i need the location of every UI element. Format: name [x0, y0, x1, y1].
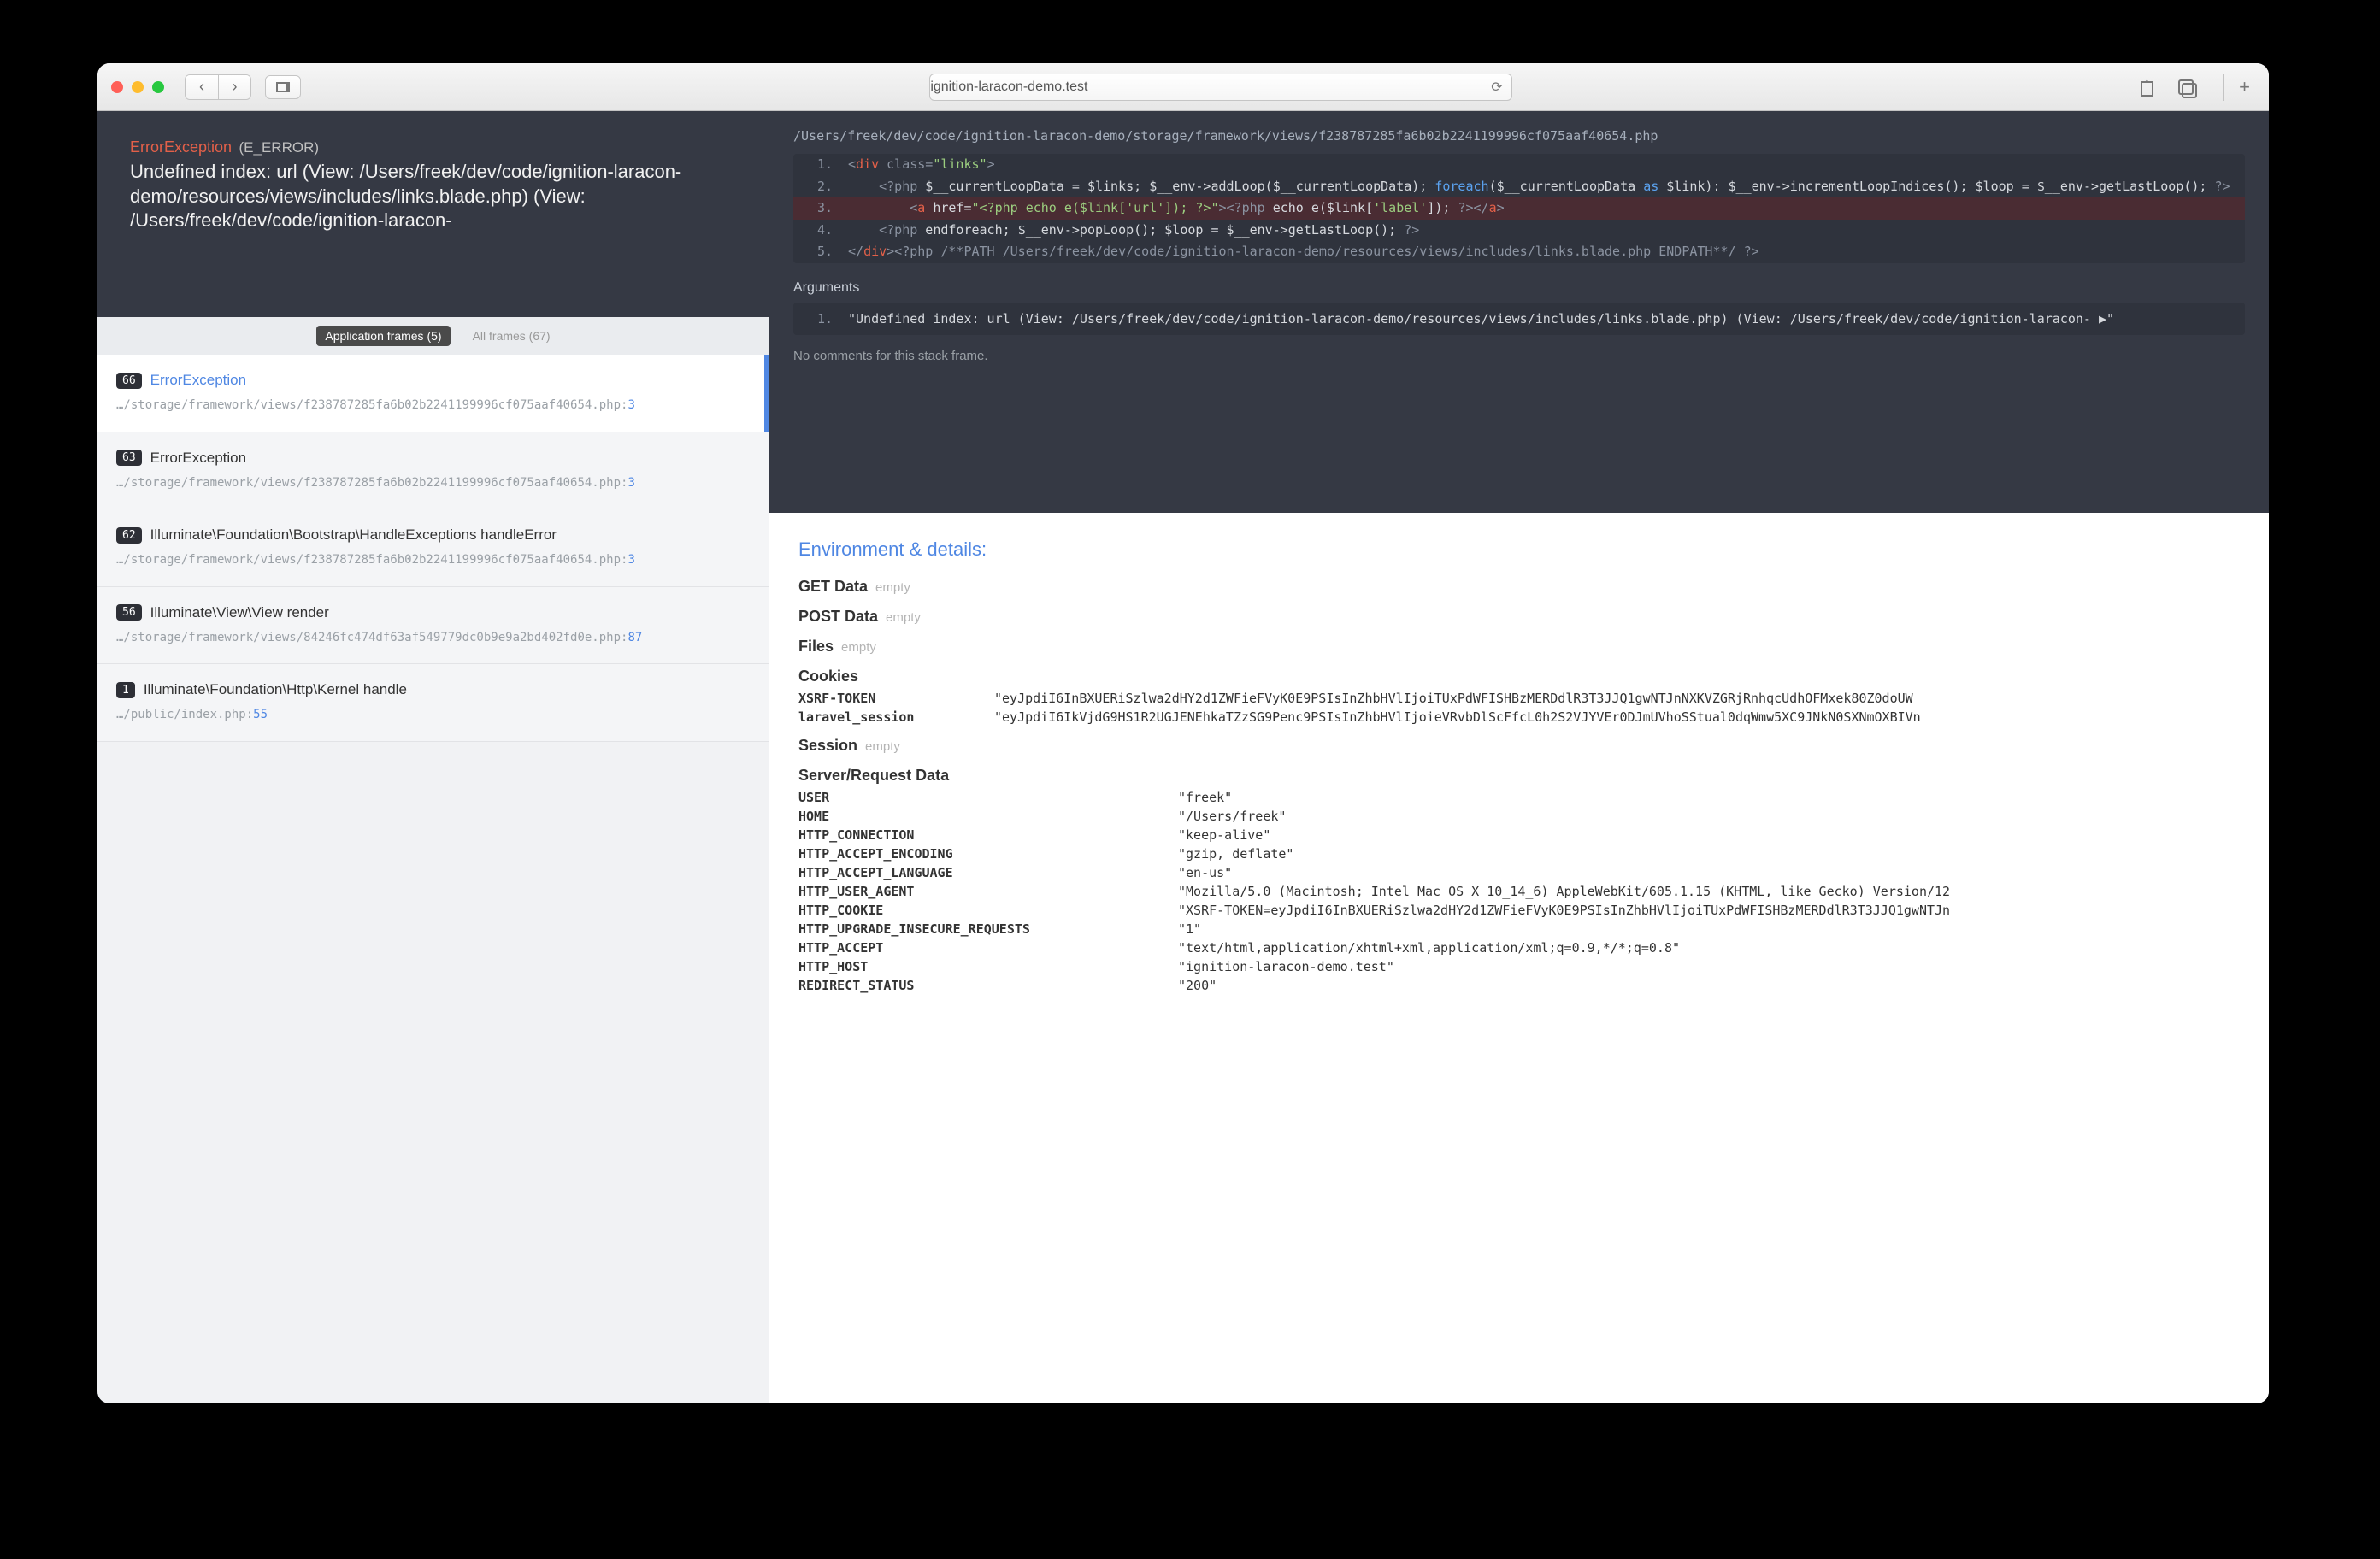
- frame-name: Illuminate\Foundation\Http\Kernel handle: [144, 681, 407, 698]
- server-list: USER"freek" HOME"/Users/freek" HTTP_CONNEC…: [798, 790, 2240, 993]
- tab-all-frames[interactable]: All frames (67): [473, 329, 551, 343]
- server-row: HTTP_ACCEPT"text/html,application/xhtml+…: [798, 940, 2240, 956]
- server-row: HTTP_USER_AGENT"Mozilla/5.0 (Macintosh; …: [798, 884, 2240, 899]
- back-button[interactable]: ‹: [186, 75, 218, 99]
- frame-path: …/storage/framework/views/84246fc474df63…: [116, 630, 751, 647]
- close-window-icon[interactable]: [111, 81, 123, 93]
- frame-name: Illuminate\Foundation\Bootstrap\HandleEx…: [150, 527, 557, 544]
- server-row: HTTP_UPGRADE_INSECURE_REQUESTS"1": [798, 921, 2240, 937]
- server-row: REDIRECT_STATUS"200": [798, 978, 2240, 993]
- tabs-overview-icon[interactable]: [2178, 79, 2194, 95]
- section-post: POST Data empty: [798, 608, 2240, 626]
- reload-icon[interactable]: ⟳: [1491, 79, 1502, 96]
- details-pane: Environment & details: GET Data empty PO…: [769, 513, 2269, 1403]
- frame-number: 56: [116, 604, 142, 621]
- frame-number: 63: [116, 450, 142, 466]
- code-pane: /Users/freek/dev/code/ignition-laracon-d…: [769, 111, 2269, 513]
- error-class: ErrorException: [130, 138, 232, 156]
- frames-tabs: Application frames (5) All frames (67): [97, 317, 769, 355]
- tab-app-frames[interactable]: Application frames (5): [316, 326, 450, 346]
- browser-window: ‹ › ignition-laracon-demo.test ⟳ +: [97, 63, 2269, 1403]
- section-cookies: Cookies: [798, 668, 2240, 685]
- share-icon[interactable]: [2141, 78, 2159, 97]
- code-line: 4. <?php endforeach; $__env->popLoop(); …: [793, 220, 2245, 242]
- server-row: HTTP_CONNECTION"keep-alive": [798, 827, 2240, 843]
- stack-frame[interactable]: 63 ErrorException …/storage/framework/vi…: [97, 432, 769, 510]
- frame-name: ErrorException: [150, 450, 246, 467]
- frame-path: …/storage/framework/views/f238787285fa6b…: [116, 552, 751, 569]
- code-line: 3. <a href="<?php echo e($link['url']); …: [793, 197, 2245, 220]
- server-row: HTTP_COOKIE"XSRF-TOKEN=eyJpdiI6InBXUERiS…: [798, 903, 2240, 918]
- arguments-block: Arguments 1."Undefined index: url (View:…: [793, 280, 2245, 335]
- code-file-path: /Users/freek/dev/code/ignition-laracon-d…: [793, 128, 2245, 144]
- cookie-row: XSRF-TOKEN"eyJpdiI6InBXUERiSzlwa2dHY2d1Z…: [798, 691, 2240, 706]
- page-content: ErrorException (E_ERROR) Undefined index…: [97, 111, 2269, 1403]
- arguments-list: 1."Undefined index: url (View: /Users/fr…: [793, 303, 2245, 335]
- section-session: Session empty: [798, 737, 2240, 755]
- section-files: Files empty: [798, 638, 2240, 656]
- frame-path: …/public/index.php:55: [116, 707, 751, 724]
- cookies-list: XSRF-TOKEN"eyJpdiI6InBXUERiSzlwa2dHY2d1Z…: [798, 691, 2240, 725]
- server-row: HTTP_HOST"ignition-laracon-demo.test": [798, 959, 2240, 974]
- main-column: /Users/freek/dev/code/ignition-laracon-d…: [769, 111, 2269, 1403]
- window-controls: [111, 81, 164, 93]
- error-message: Undefined index: url (View: /Users/freek…: [130, 160, 735, 297]
- arguments-label: Arguments: [793, 280, 2245, 296]
- frame-number: 1: [116, 682, 135, 698]
- code-line: 5.</div><?php /**PATH /Users/freek/dev/c…: [793, 241, 2245, 263]
- cookie-row: laravel_session"eyJpdiI6IkVjdG9HS1R2UGJE…: [798, 709, 2240, 725]
- stack-sidebar: ErrorException (E_ERROR) Undefined index…: [97, 111, 769, 1403]
- stack-frame[interactable]: 56 Illuminate\View\View render …/storage…: [97, 587, 769, 665]
- screenshot-frame: ‹ › ignition-laracon-demo.test ⟳ +: [0, 0, 2380, 1559]
- sidebar-icon: [276, 82, 290, 92]
- code-line: 1.<div class="links">: [793, 154, 2245, 176]
- stack-frame[interactable]: 62 Illuminate\Foundation\Bootstrap\Handl…: [97, 509, 769, 587]
- section-server: Server/Request Data: [798, 767, 2240, 785]
- nav-buttons: ‹ ›: [185, 74, 251, 100]
- stack-frame[interactable]: 1 Illuminate\Foundation\Http\Kernel hand…: [97, 664, 769, 742]
- browser-toolbar: ‹ › ignition-laracon-demo.test ⟳ +: [97, 63, 2269, 111]
- section-get: GET Data empty: [798, 578, 2240, 596]
- code-block: 1.<div class="links">2. <?php $__current…: [793, 154, 2245, 263]
- frame-path: …/storage/framework/views/f238787285fa6b…: [116, 397, 751, 415]
- no-comments-label: No comments for this stack frame.: [793, 349, 2245, 363]
- address-bar[interactable]: ignition-laracon-demo.test ⟳: [929, 74, 1511, 101]
- sidebar-toggle-button[interactable]: [265, 75, 301, 99]
- server-row: USER"freek": [798, 790, 2240, 805]
- frame-path: …/storage/framework/views/f238787285fa6b…: [116, 475, 751, 492]
- code-line: 2. <?php $__currentLoopData = $links; $_…: [793, 176, 2245, 198]
- error-level: (E_ERROR): [239, 139, 320, 156]
- frame-name: Illuminate\View\View render: [150, 604, 329, 621]
- server-row: HOME"/Users/freek": [798, 809, 2240, 824]
- server-row: HTTP_ACCEPT_LANGUAGE"en-us": [798, 865, 2240, 880]
- argument-line: 1."Undefined index: url (View: /Users/fr…: [793, 311, 2245, 327]
- maximize-window-icon[interactable]: [152, 81, 164, 93]
- address-text: ignition-laracon-demo.test: [930, 79, 1087, 95]
- minimize-window-icon[interactable]: [132, 81, 144, 93]
- frame-number: 66: [116, 373, 142, 389]
- frames-list: 66 ErrorException …/storage/framework/vi…: [97, 355, 769, 1403]
- new-tab-button[interactable]: +: [2223, 74, 2255, 101]
- server-row: HTTP_ACCEPT_ENCODING"gzip, deflate": [798, 846, 2240, 862]
- toolbar-right: +: [2141, 74, 2255, 101]
- forward-button[interactable]: ›: [218, 75, 250, 99]
- error-header: ErrorException (E_ERROR) Undefined index…: [97, 111, 769, 317]
- error-class-row: ErrorException (E_ERROR): [130, 138, 735, 156]
- stack-frame[interactable]: 66 ErrorException …/storage/framework/vi…: [97, 355, 769, 432]
- frame-name: ErrorException: [150, 372, 246, 389]
- frame-number: 62: [116, 527, 142, 544]
- details-title: Environment & details:: [798, 538, 2240, 561]
